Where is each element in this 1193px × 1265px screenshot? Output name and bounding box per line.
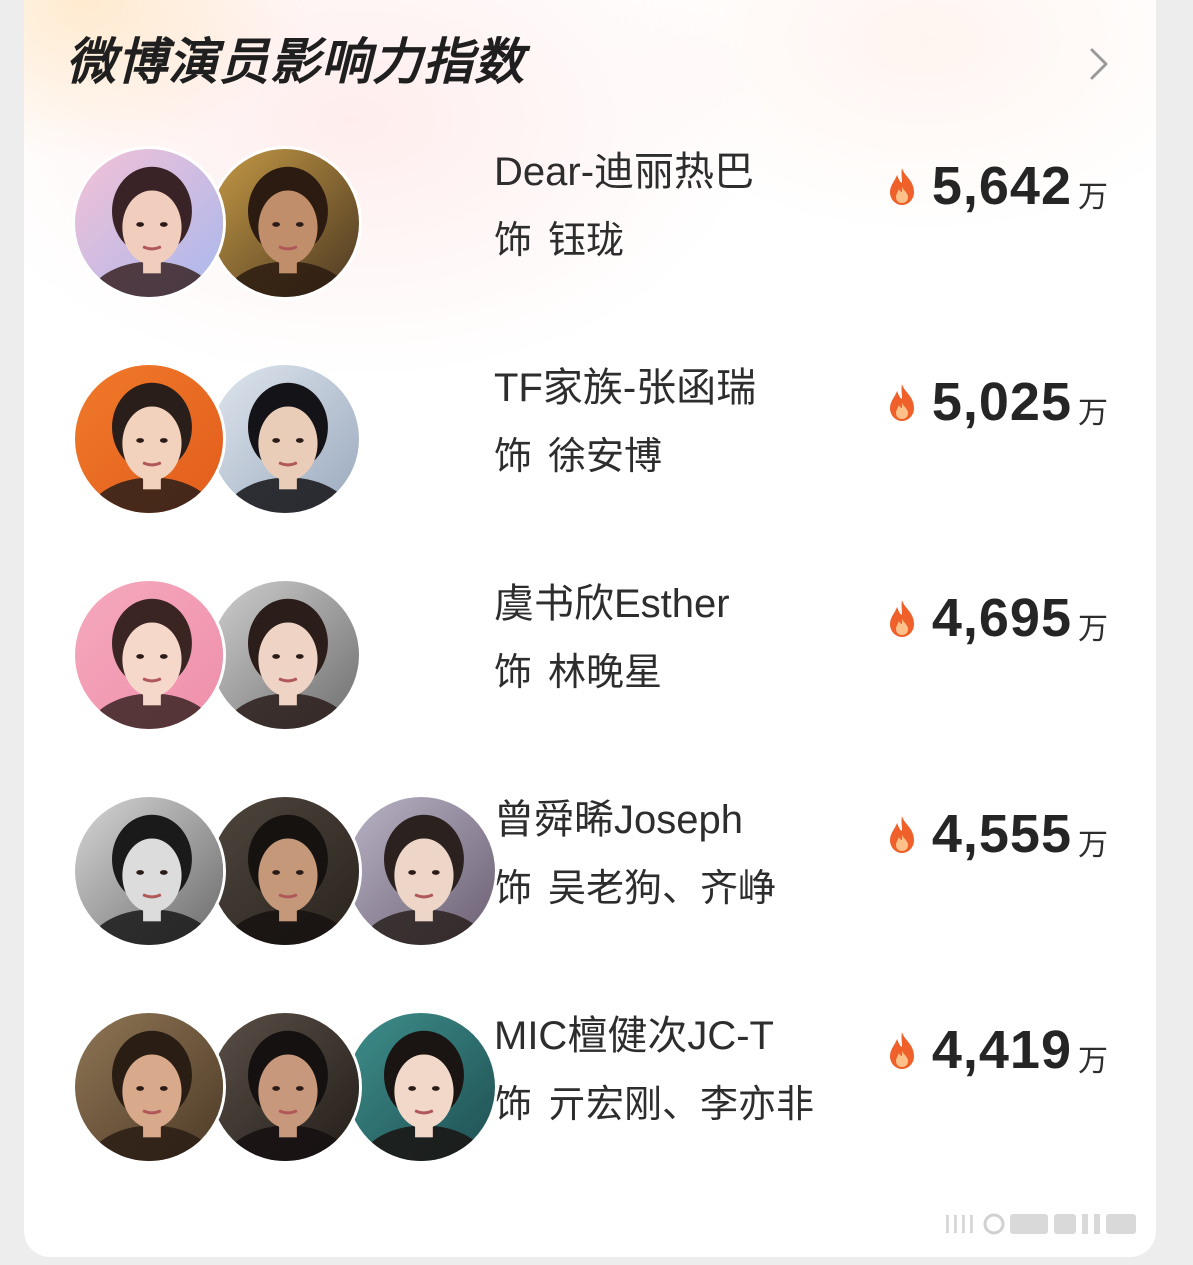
influence-score: 4,419 万 xyxy=(886,1020,1108,1080)
character-avatar xyxy=(344,1010,498,1164)
role-line: 饰吴老狗、齐峥 xyxy=(494,866,776,912)
actor-avatar xyxy=(72,362,226,516)
actor-name[interactable]: Dear-迪丽热巴 xyxy=(494,148,754,196)
actor-avatar xyxy=(72,578,226,732)
avatar-group xyxy=(72,1010,498,1170)
ranking-row-fifth[interactable]: MIC檀健次JC-T 饰亓宏刚、李亦非 4,419 万 xyxy=(24,1010,1156,1190)
flame-icon xyxy=(889,600,914,637)
score-value: 5,642 xyxy=(931,156,1072,216)
avatar-group xyxy=(72,794,498,954)
character-avatar xyxy=(208,578,362,732)
role-line: 饰徐安博 xyxy=(494,434,662,480)
influence-score: 5,642 万 xyxy=(886,156,1108,216)
role-names: 吴老狗、齐峥 xyxy=(548,868,777,910)
influence-score: 4,695 万 xyxy=(886,588,1108,648)
flame-icon xyxy=(889,168,914,205)
score-unit: 万 xyxy=(1078,829,1108,862)
ranking-row-first[interactable]: Dear-迪丽热巴饰钰珑 5,642 万 xyxy=(24,146,1156,326)
score-unit: 万 xyxy=(1078,613,1108,646)
role-prefix: 饰 xyxy=(494,1084,533,1126)
influence-score: 4,555 万 xyxy=(886,804,1108,864)
character-avatar xyxy=(344,794,498,948)
score-unit: 万 xyxy=(1078,397,1108,430)
character-avatar xyxy=(208,1010,362,1164)
score-value: 4,695 xyxy=(931,588,1072,648)
role-prefix: 饰 xyxy=(494,436,533,478)
score-value: 5,025 xyxy=(931,372,1072,432)
role-names: 钰珑 xyxy=(548,220,625,262)
flame-icon xyxy=(889,384,914,421)
actor-avatar xyxy=(72,794,226,948)
actor-influence-card: 微博演员影响力指数 Dear-迪丽热巴饰钰珑 5,642 万 TF家族-张函瑞饰徐安博… xyxy=(24,0,1156,1257)
avatar-group xyxy=(72,146,492,306)
watermark xyxy=(946,1213,1136,1235)
card-title: 微博演员影响力指数 xyxy=(66,34,525,90)
character-avatar xyxy=(208,794,362,948)
role-prefix: 饰 xyxy=(494,220,533,262)
ranking-row-third[interactable]: 虞书欣Esther 饰林晚星 4,695 万 xyxy=(24,578,1156,758)
role-line: 饰钰珑 xyxy=(494,218,624,264)
role-prefix: 饰 xyxy=(494,652,533,694)
actor-avatar xyxy=(72,1010,226,1164)
actor-name[interactable]: TF家族-张函瑞 xyxy=(494,364,756,412)
influence-score: 5,025 万 xyxy=(886,372,1108,432)
flame-icon xyxy=(889,816,914,853)
role-names: 亓宏刚、李亦非 xyxy=(548,1084,815,1126)
actor-avatar xyxy=(72,146,226,300)
character-avatar xyxy=(208,362,362,516)
flame-icon xyxy=(889,1032,914,1069)
actor-name[interactable]: 曾舜晞Joseph xyxy=(494,796,743,844)
role-line: 饰林晚星 xyxy=(494,650,662,696)
avatar-group xyxy=(72,578,492,738)
role-names: 徐安博 xyxy=(548,436,663,478)
score-value: 4,555 xyxy=(931,804,1072,864)
ranking-row-fourth[interactable]: 曾舜晞Joseph 饰吴老狗、齐峥 4,555 万 xyxy=(24,794,1156,974)
role-names: 林晚星 xyxy=(548,652,663,694)
ranking-row-second[interactable]: TF家族-张函瑞饰徐安博 5,025 万 xyxy=(24,362,1156,542)
avatar-group xyxy=(72,362,492,522)
character-avatar xyxy=(208,146,362,300)
score-value: 4,419 xyxy=(931,1020,1072,1080)
actor-name[interactable]: MIC檀健次JC-T xyxy=(494,1012,774,1060)
actor-name[interactable]: 虞书欣Esther xyxy=(494,580,730,628)
chevron-right-icon[interactable] xyxy=(1086,46,1112,82)
score-unit: 万 xyxy=(1078,181,1108,214)
role-prefix: 饰 xyxy=(494,868,533,910)
score-unit: 万 xyxy=(1078,1045,1108,1078)
role-line: 饰亓宏刚、李亦非 xyxy=(494,1082,814,1128)
